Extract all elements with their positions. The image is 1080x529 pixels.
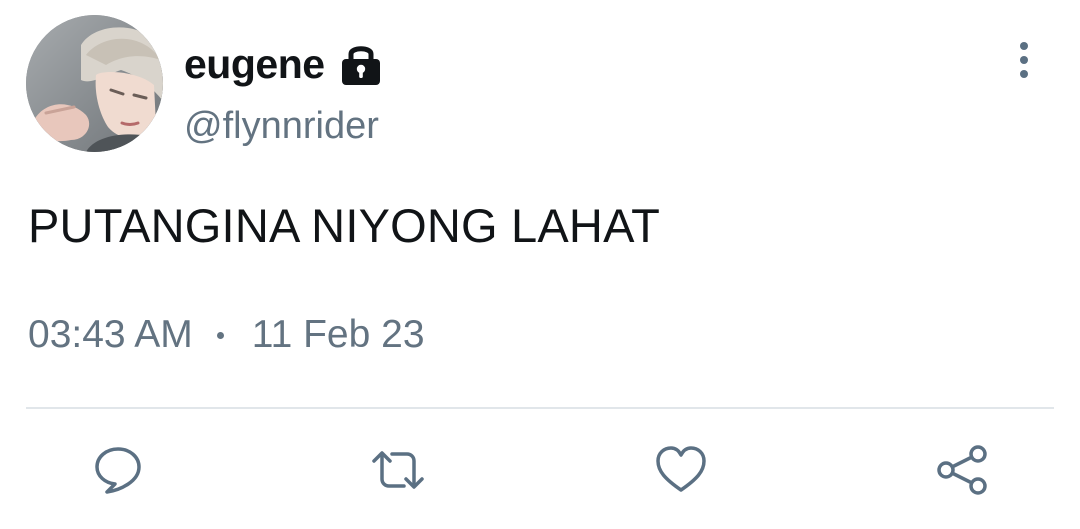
lock-icon xyxy=(337,40,385,88)
share-button[interactable] xyxy=(932,440,992,500)
tweet-time: 03:43 AM xyxy=(28,313,193,356)
display-name[interactable]: eugene xyxy=(184,43,325,85)
tweet-meta: 03:43 AM 11 Feb 23 xyxy=(28,312,425,359)
divider xyxy=(26,407,1054,409)
retweet-icon xyxy=(372,451,424,489)
heart-icon xyxy=(656,446,706,492)
more-options-button[interactable] xyxy=(1004,38,1044,82)
more-vertical-icon xyxy=(1020,42,1028,78)
handle[interactable]: @flynnrider xyxy=(184,104,379,150)
reply-icon xyxy=(95,447,141,494)
tweet-text: PUTANGINA NIYONG LAHAT xyxy=(28,199,661,252)
reply-button[interactable] xyxy=(88,440,148,500)
tweet-date: 11 Feb 23 xyxy=(251,313,425,356)
avatar-photo xyxy=(26,15,163,152)
retweet-button[interactable] xyxy=(368,440,428,500)
avatar[interactable] xyxy=(26,15,163,152)
like-button[interactable] xyxy=(651,440,711,500)
share-icon xyxy=(937,445,987,495)
separator-dot xyxy=(216,331,224,339)
author-name-row: eugene xyxy=(184,36,385,92)
